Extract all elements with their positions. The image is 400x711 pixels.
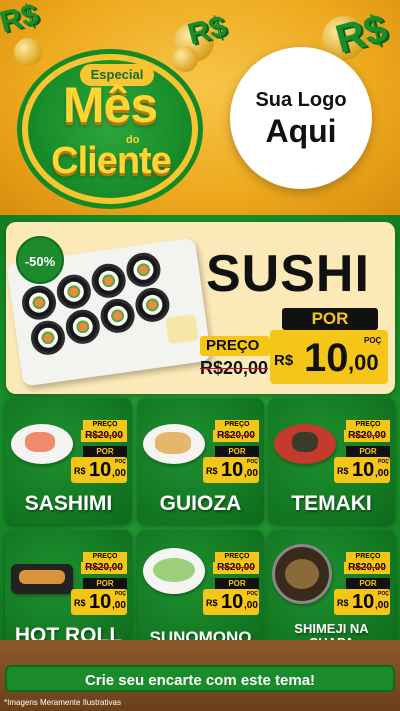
- temaki-image: [274, 424, 336, 464]
- card-price-int: 10: [352, 591, 375, 613]
- hero-new-price: R$ 10 POÇ ,00: [270, 330, 388, 384]
- money-symbol-icon: R$: [184, 9, 230, 52]
- card-price-cents: ,00: [375, 600, 389, 611]
- hero-preco-label: PREÇO: [200, 336, 270, 356]
- card-por-label: POR: [215, 578, 259, 589]
- product-card-shimeji[interactable]: PREÇO R$20,00 POR R$ 10 POÇ ,00 SHIMEJI …: [268, 530, 395, 656]
- card-price-cents: ,00: [112, 468, 126, 479]
- card-currency: R$: [206, 598, 218, 608]
- product-card-sunomono[interactable]: PREÇO R$20,00 POR R$ 10 POÇ ,00 SUNOMONO: [137, 530, 264, 656]
- hero-old-price: R$20,00: [200, 358, 269, 378]
- card-name: TEMAKI: [291, 492, 372, 515]
- header-background: R$ R$ R$ Especial Mês do Cliente Sua Log…: [0, 0, 400, 215]
- card-new-price: R$ 10 POÇ ,00: [203, 457, 259, 483]
- logo-line1: Sua Logo: [255, 89, 347, 111]
- product-card-sashimi[interactable]: PREÇO R$20,00 POR R$ 10 POÇ ,00 SASHIMI: [5, 398, 132, 524]
- card-name: GUIOZA: [159, 492, 242, 515]
- money-symbol-icon: R$: [331, 6, 392, 62]
- card-currency: R$: [337, 598, 349, 608]
- card-poc: POÇ: [115, 591, 126, 597]
- card-price-cents: ,00: [112, 600, 126, 611]
- logo-placeholder[interactable]: Sua Logo Aqui: [230, 47, 372, 189]
- hero-currency: R$: [274, 352, 294, 369]
- logo-line2: Aqui: [265, 113, 337, 149]
- card-old-price: R$20,00: [344, 430, 390, 442]
- card-price-int: 10: [221, 459, 244, 481]
- hero-price-cents: ,00: [348, 350, 379, 375]
- card-por-label: POR: [83, 578, 127, 589]
- hero-title: SUSHI: [206, 245, 370, 303]
- card-poc: POÇ: [378, 459, 389, 465]
- product-card-guioza[interactable]: PREÇO R$20,00 POR R$ 10 POÇ ,00 GUIOZA: [137, 398, 264, 524]
- card-price-int: 10: [89, 459, 112, 481]
- shimeji-image: [272, 544, 332, 604]
- hot-roll-image: [11, 564, 73, 594]
- card-currency: R$: [206, 466, 218, 476]
- card-preco-label: PREÇO: [346, 420, 390, 430]
- card-poc: POÇ: [378, 591, 389, 597]
- money-symbol-icon: R$: [0, 0, 42, 40]
- card-new-price: R$ 10 POÇ ,00: [71, 589, 127, 615]
- hero-offer-card[interactable]: -50% SUSHI POR PREÇO R$20,00 R$ 10 POÇ ,…: [6, 222, 395, 394]
- card-preco-label: PREÇO: [346, 552, 390, 562]
- card-currency: R$: [74, 466, 86, 476]
- card-preco-label: PREÇO: [215, 420, 259, 430]
- card-price-int: 10: [352, 459, 375, 481]
- card-new-price: R$ 10 POÇ ,00: [203, 589, 259, 615]
- card-price-cents: ,00: [244, 600, 258, 611]
- product-card-hot-roll[interactable]: PREÇO R$20,00 POR R$ 10 POÇ ,00 HOT ROLL: [5, 530, 132, 656]
- sashimi-image: [11, 424, 73, 464]
- cta-button[interactable]: Crie seu encarte com este tema!: [5, 665, 395, 692]
- card-new-price: R$ 10 POÇ ,00: [71, 457, 127, 483]
- discount-badge: -50%: [16, 236, 64, 284]
- card-old-price: R$20,00: [81, 430, 127, 442]
- guioza-image: [143, 424, 205, 464]
- card-por-label: POR: [215, 446, 259, 457]
- card-new-price: R$ 10 POÇ ,00: [334, 457, 390, 483]
- card-price-cents: ,00: [375, 468, 389, 479]
- card-preco-label: PREÇO: [83, 552, 127, 562]
- card-price-int: 10: [89, 591, 112, 613]
- card-por-label: POR: [346, 578, 390, 589]
- card-poc: POÇ: [115, 459, 126, 465]
- card-price-int: 10: [221, 591, 244, 613]
- hero-por-label: POR: [282, 308, 378, 330]
- card-old-price: R$20,00: [213, 562, 259, 574]
- card-poc: POÇ: [247, 459, 258, 465]
- card-poc: POÇ: [247, 591, 258, 597]
- card-old-price: R$20,00: [81, 562, 127, 574]
- product-card-temaki[interactable]: PREÇO R$20,00 POR R$ 10 POÇ ,00 TEMAKI: [268, 398, 395, 524]
- card-old-price: R$20,00: [213, 430, 259, 442]
- badge-mes: Mês: [62, 77, 158, 133]
- coin-icon: [14, 38, 42, 66]
- card-por-label: POR: [83, 446, 127, 457]
- disclaimer-note: *Imagens Meramente Ilustrativas: [4, 698, 121, 707]
- hero-price-int: 10: [304, 336, 349, 380]
- card-name: SASHIMI: [24, 492, 113, 515]
- mes-do-cliente-badge: Especial Mês do Cliente: [22, 54, 198, 204]
- card-old-price: R$20,00: [344, 562, 390, 574]
- card-preco-label: PREÇO: [83, 420, 127, 430]
- card-preco-label: PREÇO: [215, 552, 259, 562]
- card-currency: R$: [74, 598, 86, 608]
- hero-poc: POÇ: [364, 336, 382, 345]
- card-currency: R$: [337, 466, 349, 476]
- card-new-price: R$ 10 POÇ ,00: [334, 589, 390, 615]
- card-por-label: POR: [346, 446, 390, 457]
- sunomono-image: [143, 548, 205, 594]
- badge-cliente: Cliente: [51, 140, 172, 182]
- card-price-cents: ,00: [244, 468, 258, 479]
